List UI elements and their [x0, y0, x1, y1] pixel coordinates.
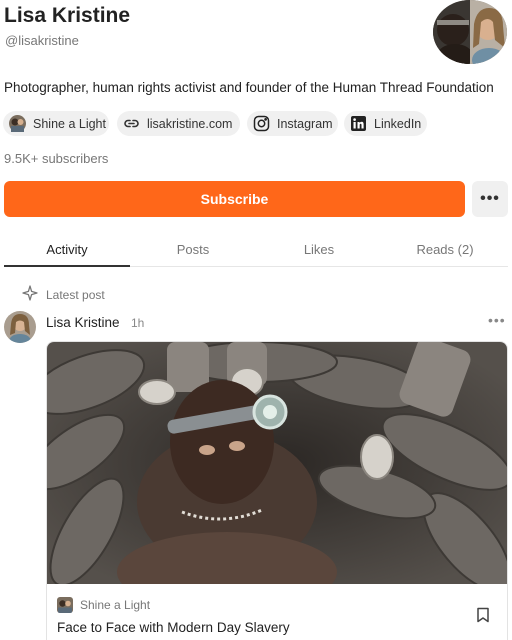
- bookmark-icon[interactable]: [476, 607, 490, 628]
- subscriber-count: 9.5K+ subscribers: [4, 151, 109, 166]
- publication-byline[interactable]: Shine a Light: [57, 597, 150, 613]
- link-chip-label: lisakristine.com: [147, 116, 233, 131]
- tab-posts[interactable]: Posts: [130, 234, 256, 267]
- subscribe-button[interactable]: Subscribe: [4, 181, 465, 217]
- latest-post-label: Latest post: [46, 287, 105, 302]
- tab-reads[interactable]: Reads (2): [382, 234, 508, 267]
- post-photo: [47, 342, 507, 584]
- link-chip-label: Instagram: [277, 116, 333, 131]
- link-chip-label: LinkedIn: [374, 116, 422, 131]
- publication-thumbnail: [57, 597, 73, 613]
- link-icon: [123, 115, 140, 132]
- post-author-name[interactable]: Lisa Kristine: [46, 315, 120, 330]
- more-options-button[interactable]: •••: [472, 181, 508, 217]
- link-chip-website[interactable]: lisakristine.com: [117, 111, 240, 136]
- publication-thumbnail-icon: [9, 115, 26, 132]
- link-chip-linkedin[interactable]: LinkedIn: [344, 111, 427, 136]
- linkedin-icon: [350, 115, 367, 132]
- link-chip-shine-a-light[interactable]: Shine a Light: [3, 111, 109, 136]
- link-chip-instagram[interactable]: Instagram: [247, 111, 338, 136]
- instagram-icon: [253, 115, 270, 132]
- post-more-button[interactable]: •••: [488, 312, 506, 328]
- latest-post-header: Latest post: [22, 285, 105, 304]
- tab-likes[interactable]: Likes: [256, 234, 382, 267]
- profile-handle: @lisakristine: [5, 33, 79, 48]
- post-author-avatar[interactable]: [4, 311, 36, 343]
- post-time: 1h: [131, 316, 145, 330]
- post-title[interactable]: Face to Face with Modern Day Slavery: [57, 620, 290, 635]
- profile-name: Lisa Kristine: [4, 4, 131, 27]
- post-card[interactable]: Shine a Light Face to Face with Modern D…: [46, 341, 508, 640]
- link-chip-label: Shine a Light: [33, 116, 106, 131]
- profile-avatar[interactable]: [433, 0, 507, 64]
- tab-activity[interactable]: Activity: [4, 234, 130, 267]
- sparkle-icon: [22, 285, 46, 304]
- profile-tabs: Activity Posts Likes Reads (2): [4, 234, 508, 267]
- profile-bio: Photographer, human rights activist and …: [4, 80, 494, 95]
- publication-name: Shine a Light: [80, 598, 151, 612]
